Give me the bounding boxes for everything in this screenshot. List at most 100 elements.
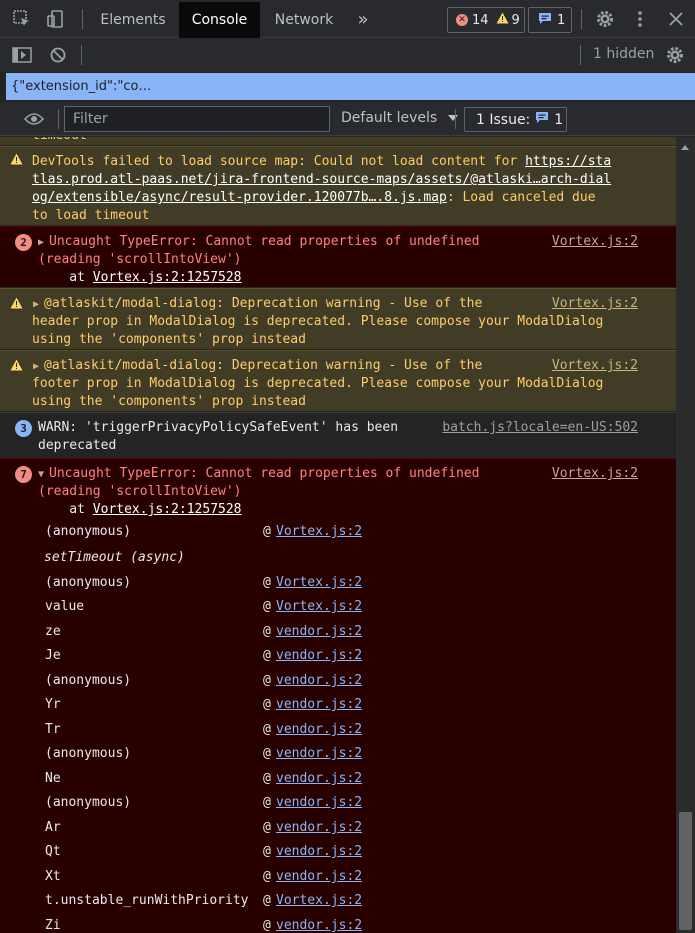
scrollbar-thumb[interactable]	[679, 812, 692, 930]
stack-frame-at: @	[263, 524, 271, 539]
console-message-warning[interactable]: ▶ @atlaskit/modal-dialog: Deprecation wa…	[0, 350, 676, 411]
stack-frame-fn: (anonymous)	[45, 795, 132, 810]
source-link[interactable]: Vortex.js:2	[552, 233, 638, 251]
message-line: header prop in ModalDialog is deprecated…	[32, 314, 604, 329]
stack-frame-at: @	[263, 771, 271, 786]
stack-frame-fn: Ar	[45, 820, 61, 835]
source-link[interactable]: Vortex.js:2	[552, 465, 638, 483]
message-text: timeout	[32, 137, 87, 145]
filter-input[interactable]: Filter	[64, 106, 330, 132]
scroll-up-arrow-icon[interactable]	[681, 145, 689, 150]
stack-frame-link[interactable]: vendor.js:2	[276, 672, 362, 690]
stack-frame-at: @	[263, 673, 271, 688]
stack-frame-at: @	[263, 918, 271, 933]
errors-count: 14	[472, 12, 489, 28]
stack-frame-link[interactable]: vendor.js:2	[276, 770, 362, 788]
more-tabs-button[interactable]: »	[350, 2, 376, 38]
stack-frame-link[interactable]: vendor.js:2	[276, 819, 362, 837]
stack-frame-link[interactable]: Vortex.js:2	[276, 892, 362, 910]
stack-link[interactable]: Vortex.js:2:1257528	[93, 502, 242, 517]
errors-warnings-counter[interactable]: ✕ 14 9	[447, 7, 525, 33]
stack-frame-fn: Qt	[45, 844, 61, 859]
console-message-error[interactable]: 2 ▶ Uncaught TypeError: Cannot read prop…	[0, 226, 676, 287]
source-map-link[interactable]: tlas.prod.atl-paas.net/jira-frontend-sou…	[32, 171, 611, 189]
error-icon: ✕	[456, 14, 468, 26]
stack-frame-at: @	[263, 893, 271, 908]
stack-frame-at: @	[263, 624, 271, 639]
console-message-warning: DevTools failed to load source map: Coul…	[0, 146, 676, 225]
collapse-arrow-icon[interactable]: ▼	[38, 466, 44, 484]
stack-frame-link[interactable]: vendor.js:2	[276, 868, 362, 886]
stack-frame-fn: Tr	[45, 722, 61, 737]
inspect-element-icon[interactable]	[4, 0, 40, 38]
message-line: Uncaught TypeError: Cannot read properti…	[49, 234, 480, 249]
filter-bar: Filter Default levels 1 Issue: 1	[0, 102, 695, 136]
message-line: @atlaskit/modal-dialog: Deprecation warn…	[44, 358, 483, 373]
stack-frame-link[interactable]: Vortex.js:2	[276, 523, 362, 541]
stack-frame-at: @	[263, 599, 271, 614]
eye-icon[interactable]	[16, 102, 52, 136]
expand-arrow-icon[interactable]: ▶	[33, 296, 39, 314]
source-map-link[interactable]: https://sta	[525, 154, 611, 169]
stack-frame-link[interactable]: vendor.js:2	[276, 647, 362, 665]
stack-frame-fn: Ne	[45, 771, 61, 786]
stack-frame-link[interactable]: vendor.js:2	[276, 721, 362, 739]
issue-message-icon	[535, 111, 549, 128]
divider	[455, 109, 456, 129]
message-line: @atlaskit/modal-dialog: Deprecation warn…	[44, 296, 483, 311]
stack-frame-link[interactable]: vendor.js:2	[276, 794, 362, 812]
console-settings-gear-icon[interactable]	[657, 38, 693, 72]
stack-frame-fn: t.unstable_runWithPriority	[45, 893, 249, 908]
message-line: Uncaught TypeError: Cannot read properti…	[49, 466, 480, 481]
console-message-error-expanded[interactable]: 7 ▼ Uncaught TypeError: Cannot read prop…	[0, 458, 676, 933]
tab-console[interactable]: Console	[179, 2, 260, 38]
stack-frame-at: @	[263, 746, 271, 761]
stack-frame-at: @	[263, 722, 271, 737]
console-scrollbar[interactable]	[676, 137, 695, 933]
expand-arrow-icon[interactable]: ▶	[33, 358, 39, 376]
warning-icon	[10, 153, 23, 171]
stack-frame-fn: (anonymous)	[45, 673, 132, 688]
source-link[interactable]: Vortex.js:2	[552, 357, 638, 375]
tab-network[interactable]: Network	[262, 2, 346, 38]
sidebar-toggle-icon[interactable]	[4, 38, 40, 72]
default-levels-dropdown[interactable]: Default levels	[341, 110, 458, 126]
divider	[581, 9, 582, 29]
source-link[interactable]: Vortex.js:2	[552, 295, 638, 313]
dropdown-arrow-icon	[447, 115, 458, 121]
stack-frame-link[interactable]: vendor.js:2	[276, 696, 362, 714]
divider	[82, 9, 83, 29]
stack-frame-link[interactable]: Vortex.js:2	[276, 598, 362, 616]
clear-console-icon[interactable]	[40, 38, 76, 72]
kebab-menu-icon[interactable]	[622, 0, 658, 38]
expand-arrow-icon[interactable]: ▶	[38, 234, 44, 252]
stack-link[interactable]: Vortex.js:2:1257528	[93, 270, 242, 285]
message-line: deprecated	[38, 438, 117, 453]
messages-count: 1	[557, 12, 566, 28]
context-selector[interactable]: {"extension_id":"co…	[6, 73, 695, 100]
stack-frame-fn: Xt	[45, 869, 61, 884]
stack-frame-link[interactable]: Vortex.js:2	[276, 574, 362, 592]
stack-frame-link[interactable]: vendor.js:2	[276, 917, 362, 933]
message-line: to load timeout	[32, 208, 150, 223]
stack-frame-link[interactable]: vendor.js:2	[276, 623, 362, 641]
console-message-warning: timeout	[0, 137, 676, 145]
messages-counter[interactable]: 1	[528, 7, 572, 33]
device-toolbar-icon[interactable]	[38, 0, 74, 38]
stack-frame-fn: Yr	[45, 697, 61, 712]
console-message-warning[interactable]: ▶ @atlaskit/modal-dialog: Deprecation wa…	[0, 288, 676, 349]
message-line: WARN: 'triggerPrivacyPolicySafeEvent' ha…	[38, 420, 399, 435]
source-map-link[interactable]: og/extensible/async/result-provider.1200…	[32, 190, 447, 205]
message-line: (reading 'scrollIntoView')	[38, 252, 242, 267]
close-icon[interactable]	[658, 0, 694, 38]
tab-elements[interactable]: Elements	[88, 2, 178, 38]
stack-frame-at: @	[263, 795, 271, 810]
hidden-count: 1 hidden	[593, 46, 655, 62]
settings-gear-icon[interactable]	[587, 0, 623, 38]
issues-label: 1 Issue:	[476, 111, 531, 128]
console-toolbar: 1 hidden	[0, 38, 695, 72]
stack-frame-link[interactable]: vendor.js:2	[276, 843, 362, 861]
issues-button[interactable]: 1 Issue: 1	[464, 107, 567, 132]
stack-frame-link[interactable]: vendor.js:2	[276, 745, 362, 763]
source-link[interactable]: batch.js?locale=en-US:502	[442, 419, 638, 437]
